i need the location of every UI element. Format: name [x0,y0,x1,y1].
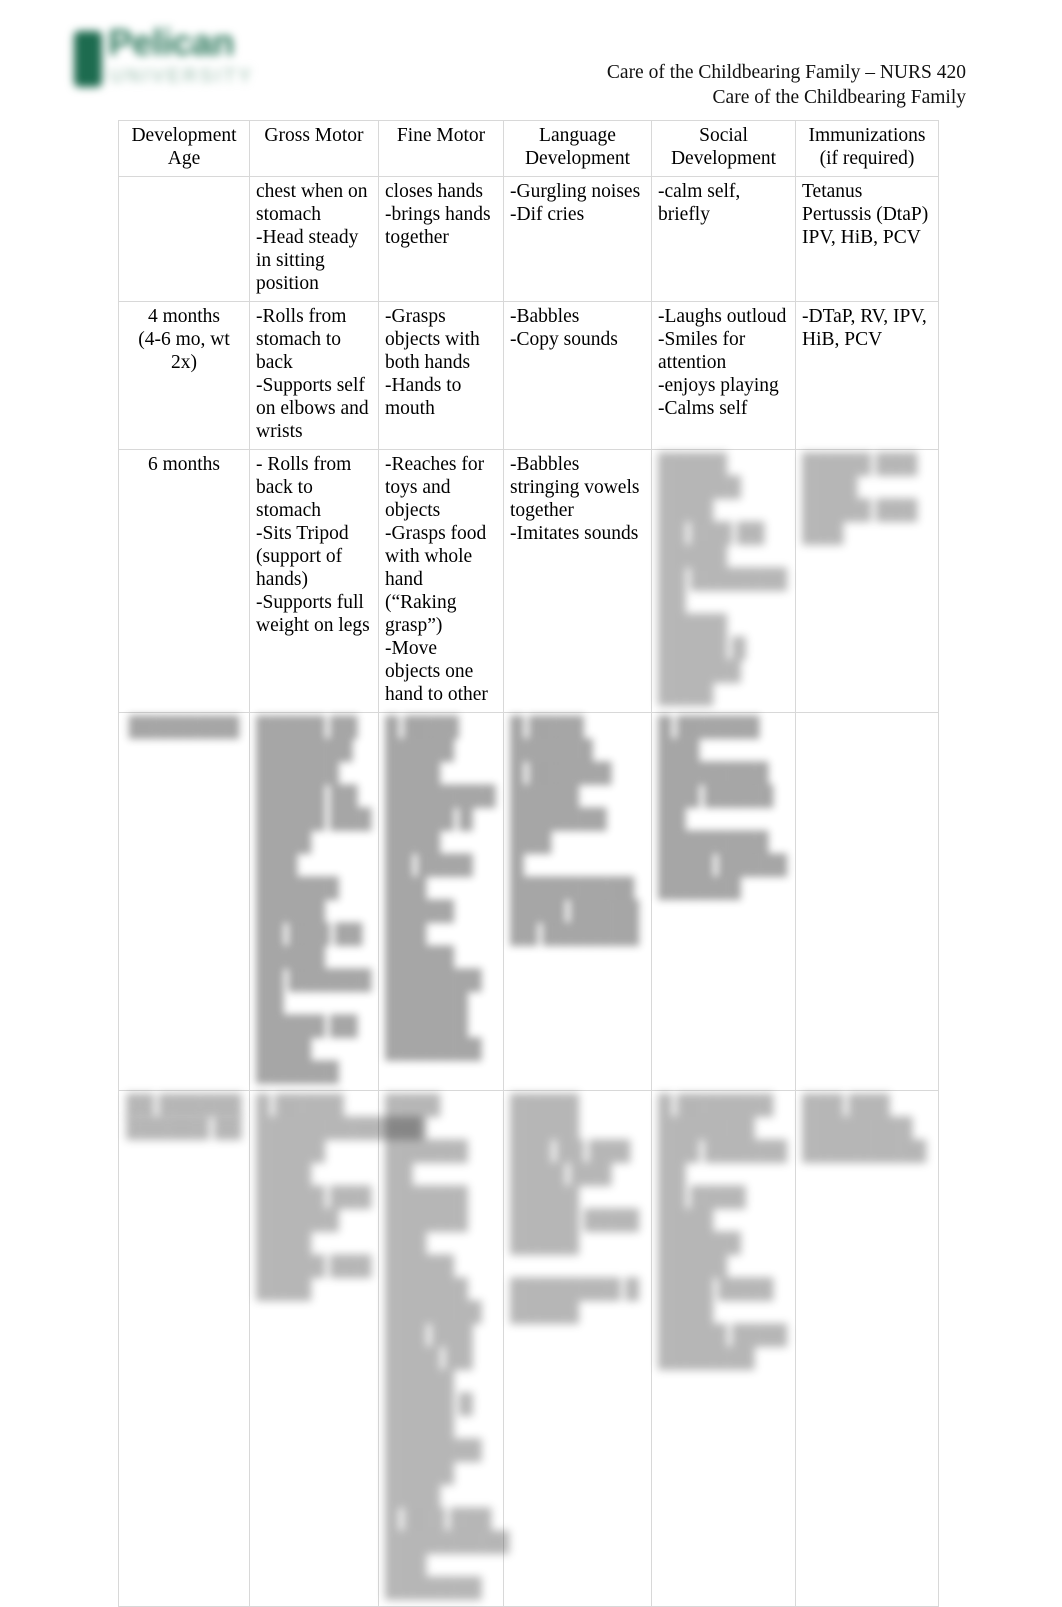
university-logo: Pelican UNIVERSITY [72,22,304,104]
column-header-age-line1: Development [131,125,237,146]
cell-text: -Reaches for toys and objects -Grasps fo… [385,454,488,705]
table-row: 4 months (4-6 mo, wt 2x) -Rolls from stoma… [118,301,939,450]
course-header-line-2: Care of the Childbearing Family [712,87,966,108]
cell-immunizations: Tetanus Pertussis (DtaP) IPV, HiB, PCV [795,176,939,302]
cell-development-age: ██ ██████ ██████ ██ [118,1090,250,1607]
table-row: ██ ██████ ██████ ██ █ █████ ████████████ █… [118,1090,939,1607]
column-header-social-line1: Social [699,125,748,146]
column-header-social: Social Development [651,120,796,177]
cell-text: █████ ███ ████ █████ ███ ███ [802,454,918,544]
cell-text: Tetanus Pertussis (DtaP) IPV, HiB, PCV [802,181,934,248]
cell-fine-motor: █ ████ █████ ████ ████████ █████ █ ████ … [378,712,504,1091]
cell-language: -Gurgling noises -Dif cries [503,176,652,302]
table-body: chest when on stomach -Head steady in si… [118,176,939,1607]
cell-text: █ ████ ██████ █ ██████ █████ ███████ ███… [510,717,640,945]
cell-text: ███ ███ ████████ █████████ [802,1095,927,1162]
age-primary: ██ ██████ [126,1095,242,1116]
cell-gross-motor: █████ ██ ███████ ██████ █████ ██ █████ █… [249,712,379,1091]
cell-social: █████ ██████ ████ ██ ███ ██ █████ ██ ███… [651,449,796,713]
cell-fine-motor: -Reaches for toys and objects -Grasps fo… [378,449,504,713]
document-page: Pelican UNIVERSITY Care of the Childbear… [0,0,1062,1607]
cell-text: - Rolls from back to stomach -Sits Tripo… [256,454,370,636]
table-row: 6 months - Rolls from back to stomach -Si… [118,449,939,713]
document-header: Pelican UNIVERSITY Care of the Childbear… [0,0,1062,118]
cell-development-age [118,176,250,302]
cell-fine-motor: ████ ███ ██████ ██ ██████ ██████ ███ ███… [378,1090,510,1607]
cell-text: -Grasps objects with both hands -Hands t… [385,306,480,419]
cell-language: █ ████ ██████ █ ██████ █████ ███████ ███… [503,712,652,1091]
development-table-wrapper: Development Age Gross Motor Fine Motor L… [118,120,939,1607]
column-header-immunizations-line1: Immunizations [808,125,926,146]
cell-language: -Babbles -Copy sounds [503,301,652,450]
age-secondary: (4-6 mo, wt 2x) [138,329,235,373]
cell-text: -Babbles stringing vowels together -Imit… [510,454,640,544]
cell-development-age: 6 months [118,449,250,713]
table-head: Development Age Gross Motor Fine Motor L… [118,120,939,177]
cell-immunizations: █████ ███ ████ █████ ███ ███ [795,449,939,713]
logo-mark-icon [74,31,102,87]
cell-text: █████ ██ ███████ ██████ █████ ██ █████ █… [256,717,372,1083]
cell-immunizations [795,712,939,1091]
column-header-age-line2: Age [167,148,201,169]
column-header-fine-motor-line1: Fine Motor [396,125,486,146]
cell-text: -Laughs outloud -Smiles for attention -e… [658,306,787,419]
cell-social: -calm self, briefly [651,176,796,302]
column-header-immunizations: Immunizations (if required) [795,120,939,177]
course-header: Care of the Childbearing Family – NURS 4… [607,60,966,110]
age-primary: 6 months [147,454,221,475]
cell-text: -Babbles -Copy sounds [510,306,618,350]
cell-text: chest when on stomach -Head steady in si… [256,181,368,294]
cell-text: █████ █████ ███ ██ ███ ████ ███ █████ ██… [510,1095,640,1323]
cell-text: ████ ███ ██████ ██ ██████ ██████ ███ ███… [385,1095,510,1599]
age-secondary: ██████ ██ [126,1118,242,1139]
cell-development-age: 4 months (4-6 mo, wt 2x) [118,301,250,450]
course-header-line-1: Care of the Childbearing Family – NURS 4… [606,62,966,83]
cell-gross-motor: chest when on stomach -Head steady in si… [249,176,379,302]
cell-immunizations: -DTaP, RV, IPV, HiB, PCV [795,301,939,450]
age-primary: 4 months [147,306,221,327]
cell-social: █ ███████ ███████ ███ ██████ ██ ██ ████ … [651,1090,796,1607]
cell-fine-motor: -Grasps objects with both hands -Hands t… [378,301,504,450]
development-milestones-table: Development Age Gross Motor Fine Motor L… [118,120,939,1607]
cell-text: █ ████ █████ ████ ████████ █████ █ ████ … [385,717,496,1060]
cell-gross-motor: - Rolls from back to stomach -Sits Tripo… [249,449,379,713]
cell-language: █████ █████ ███ ██ ███ ████ ███ █████ ██… [503,1090,652,1607]
cell-language: -Babbles stringing vowels together -Imit… [503,449,652,713]
cell-text: -Gurgling noises -Dif cries [510,181,641,225]
cell-gross-motor: -Rolls from stomach to back -Supports se… [249,301,379,450]
cell-text: █████ ██████ ████ ██ ███ ██ █████ ██ ███… [658,454,788,705]
cell-gross-motor: █ █████ ████████████ █████ ████ █████ ██… [249,1090,422,1607]
cell-text: -Rolls from stomach to back -Supports se… [256,306,369,442]
column-header-language: Language Development [503,120,652,177]
cell-text: █ ██████ ███ ████████ ███ █████ ██ █████… [658,717,788,899]
cell-immunizations: ███ ███ ████████ █████████ [795,1090,939,1607]
table-row: chest when on stomach -Head steady in si… [118,176,939,302]
column-header-fine-motor: Fine Motor [378,120,504,177]
column-header-age: Development Age [118,120,250,177]
table-header-row: Development Age Gross Motor Fine Motor L… [118,120,939,177]
column-header-language-line1: Language [539,125,616,146]
column-header-gross-motor-line1: Gross Motor [264,125,364,146]
age-primary: ████████ [128,717,240,738]
cell-fine-motor: closes hands -brings hands together [378,176,504,302]
cell-text: -DTaP, RV, IPV, HiB, PCV [802,306,932,350]
cell-text: closes hands -brings hands together [385,181,491,248]
cell-social: █ ██████ ███ ████████ ███ █████ ██ █████… [651,712,796,1091]
column-header-immunizations-line2: (if required) [819,148,915,169]
cell-text: █ █████ ████████████ █████ ████ █████ ██… [256,1095,422,1300]
cell-social: -Laughs outloud -Smiles for attention -e… [651,301,796,450]
column-header-social-line2: Development [670,148,777,169]
cell-text: █ ███████ ███████ ███ ██████ ██ ██ ████ … [658,1095,788,1369]
column-header-gross-motor: Gross Motor [249,120,379,177]
table-row: ████████ █████ ██ ███████ ██████ █████ ██… [118,712,939,1091]
cell-text: -calm self, briefly [658,181,746,225]
cell-development-age: ████████ [118,712,250,1091]
logo-subtitle: UNIVERSITY [110,66,255,87]
column-header-language-line2: Development [524,148,631,169]
logo-wordmark: Pelican [108,22,235,63]
